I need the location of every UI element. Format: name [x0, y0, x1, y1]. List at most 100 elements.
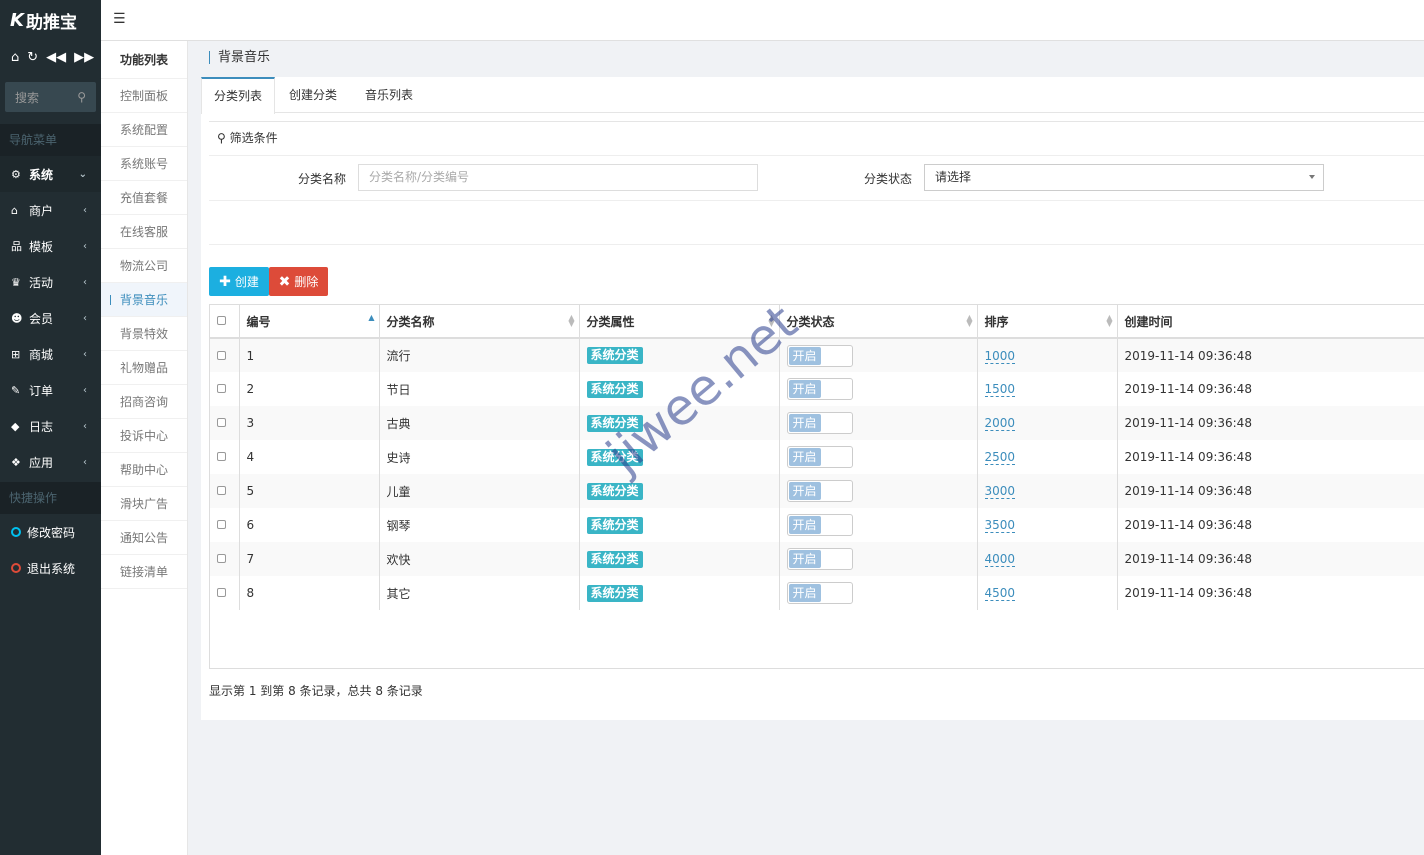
sidebar-item-7[interactable]: ◆ 日志 ‹ [0, 408, 101, 444]
function-item-9[interactable]: 招商咨询 [101, 385, 187, 419]
sort-editable-link[interactable]: 2500 [984, 450, 1016, 465]
cell-created: 2019-11-14 09:36:48 [1117, 474, 1424, 508]
search-icon[interactable]: ⚲ [77, 90, 86, 104]
status-toggle[interactable]: 开启 [786, 480, 853, 502]
sort-editable-link[interactable]: 3000 [984, 484, 1016, 499]
sidebar-item-2[interactable]: 品模板 ‹ [0, 228, 101, 264]
sort-editable-link[interactable]: 3500 [984, 518, 1016, 533]
filter-panel: ⚲ 筛选条件 分类名称 分类名称/分类编号 分类状态 请选择 [209, 121, 1424, 245]
refresh-icon[interactable]: ↻ [27, 50, 38, 65]
gear-icon: ⚙ [11, 167, 21, 181]
status-toggle[interactable]: 开启 [786, 412, 853, 434]
function-item-13[interactable]: 通知公告 [101, 521, 187, 555]
column-header-sort[interactable]: 排序 ▲ ▼ [977, 305, 1118, 339]
function-item-11[interactable]: 帮助中心 [101, 453, 187, 487]
gavel-icon: ✎ [11, 383, 21, 397]
column-header-id[interactable]: 编号 ▲ [239, 305, 380, 339]
status-toggle[interactable]: 开启 [786, 582, 853, 604]
column-header-status[interactable]: 分类状态 ▲ ▼ [779, 305, 978, 339]
tab-category-list[interactable]: 分类列表 [201, 77, 276, 114]
sort-editable-link[interactable]: 1000 [984, 348, 1016, 364]
home-icon[interactable]: ⌂ [11, 50, 19, 65]
cell-id: 1 [239, 338, 380, 372]
function-item-5[interactable]: 物流公司 [101, 249, 187, 283]
function-item-7[interactable]: 背景特效 [101, 317, 187, 351]
menu-toggle-icon[interactable]: ☰ [113, 11, 126, 27]
column-header-attr[interactable]: 分类属性 ▲ ▼ [579, 305, 780, 339]
cell-name: 节日 [379, 372, 580, 406]
function-item-0[interactable]: 控制面板 [101, 79, 187, 113]
row-checkbox[interactable] [217, 350, 226, 360]
filter-header: ⚲ 筛选条件 [209, 122, 1424, 156]
status-toggle[interactable]: 开启 [786, 378, 853, 400]
category-status-select[interactable]: 请选择 [924, 164, 1324, 191]
sidebar-item-0[interactable]: ⚙ 系统 ⌄ [0, 156, 101, 192]
column-header-label: 创建时间 [1124, 314, 1173, 329]
sidebar-item-4[interactable]: ☻ 会员 ‹ [0, 300, 101, 336]
delete-button[interactable]: ✖ 删除 [269, 267, 328, 296]
function-item-12[interactable]: 滑块广告 [101, 487, 187, 521]
cell-id: 5 [239, 474, 380, 508]
column-header-label: 分类状态 [786, 314, 835, 329]
row-checkbox[interactable] [217, 554, 226, 563]
status-toggle[interactable]: 开启 [786, 548, 853, 570]
cell-sort: 1000 [977, 338, 1118, 372]
plus-icon: ✚ [219, 273, 231, 290]
category-name-input[interactable]: 分类名称/分类编号 [358, 164, 758, 191]
table-row: 8 其它 系统分类 开启 4500 2019-11-14 09:36:48 [210, 576, 1424, 610]
status-toggle[interactable]: 开启 [786, 446, 853, 468]
sidebar-item-label: 订单 [29, 383, 54, 398]
sort-editable-link[interactable]: 2000 [984, 416, 1016, 431]
row-checkbox[interactable] [217, 520, 226, 529]
cell-created: 2019-11-14 09:36:48 [1117, 576, 1424, 610]
function-item-4[interactable]: 在线客服 [101, 215, 187, 249]
table-row: 6 钢琴 系统分类 开启 3500 2019-11-14 09:36:48 [210, 508, 1424, 542]
row-select-cell [210, 474, 240, 508]
sidebar-search[interactable]: 搜索 ⚲ [5, 82, 96, 112]
select-all-checkbox[interactable] [217, 316, 226, 325]
sidebar-item-1[interactable]: ⌂ 商户 ‹ [0, 192, 101, 228]
column-header-label: 编号 [246, 314, 271, 329]
function-item-2[interactable]: 系统账号 [101, 147, 187, 181]
cell-name: 儿童 [379, 474, 580, 508]
function-item-1[interactable]: 系统配置 [101, 113, 187, 147]
function-item-10[interactable]: 投诉中心 [101, 419, 187, 453]
status-toggle[interactable]: 开启 [786, 344, 853, 367]
delete-button-label: 删除 [294, 275, 319, 289]
status-toggle-label: 开启 [788, 482, 821, 500]
forward-icon[interactable]: ▶▶ [74, 50, 94, 65]
tab-create-category[interactable]: 创建分类 [277, 77, 349, 113]
table-row: 7 欢快 系统分类 开启 4000 2019-11-14 09:36:48 [210, 542, 1424, 576]
sidebar-item-6[interactable]: ✎ 订单 ‹ [0, 372, 101, 408]
cell-attr: 系统分类 [579, 372, 780, 406]
function-item-8[interactable]: 礼物赠品 [101, 351, 187, 385]
cell-sort: 4500 [977, 576, 1118, 610]
function-item-14[interactable]: 链接清单 [101, 555, 187, 589]
row-checkbox[interactable] [217, 588, 226, 597]
sort-editable-link[interactable]: 4500 [984, 586, 1016, 601]
cell-sort: 3000 [977, 474, 1118, 508]
sidebar-item-8[interactable]: ❖ 应用 ‹ [0, 444, 101, 480]
tab-music-list[interactable]: 音乐列表 [353, 77, 425, 113]
create-button[interactable]: ✚ 创建 [209, 267, 269, 296]
sort-editable-link[interactable]: 4000 [984, 552, 1016, 567]
status-toggle[interactable]: 开启 [786, 514, 853, 536]
function-item-6[interactable]: 背景音乐 [101, 283, 187, 317]
row-checkbox[interactable] [217, 418, 226, 427]
sidebar-item-5[interactable]: ⊞ 商城 ‹ [0, 336, 101, 372]
sort-editable-link[interactable]: 1500 [984, 382, 1016, 397]
change-password-link[interactable]: 修改密码 [0, 514, 101, 550]
row-checkbox[interactable] [217, 486, 226, 495]
cell-status: 开启 [779, 508, 978, 542]
column-header-name[interactable]: 分类名称 ▲ ▼ [379, 305, 580, 339]
logout-link[interactable]: 退出系统 [0, 550, 101, 586]
column-header-created[interactable]: 创建时间 [1117, 305, 1424, 339]
function-list-title: 功能列表 [101, 41, 187, 79]
row-checkbox[interactable] [217, 452, 226, 461]
app-logo[interactable]: K 助推宝 [0, 0, 101, 40]
row-checkbox[interactable] [217, 384, 226, 393]
backward-icon[interactable]: ◀◀ [46, 50, 66, 65]
chevron-icon: ‹ [83, 456, 87, 468]
sidebar-item-3[interactable]: ♛ 活动 ‹ [0, 264, 101, 300]
function-item-3[interactable]: 充值套餐 [101, 181, 187, 215]
